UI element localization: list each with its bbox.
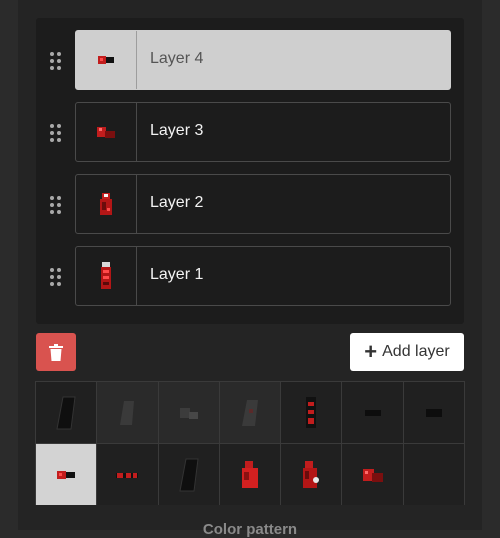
layer-name: Layer 4	[150, 50, 204, 67]
add-layer-button[interactable]: + Add layer	[350, 333, 464, 371]
pattern-cell[interactable]	[281, 382, 342, 443]
pattern-cell[interactable]	[158, 444, 219, 505]
layer-2-thumbnail-icon	[76, 175, 137, 233]
layer-4-thumbnail-icon	[76, 31, 137, 89]
trash-icon	[49, 343, 63, 361]
pattern-cell[interactable]	[342, 382, 403, 443]
layer-1-thumbnail-icon	[76, 247, 137, 305]
layer-name: Layer 3	[150, 122, 204, 139]
pattern-cell[interactable]	[158, 382, 219, 443]
pattern-grid	[35, 381, 465, 505]
layer-card-4[interactable]: Layer 4	[75, 30, 451, 90]
layer-row-2: Layer 2	[36, 174, 464, 236]
layer-name: Layer 1	[150, 266, 204, 283]
drag-handle-icon[interactable]	[50, 196, 62, 214]
delete-layer-button[interactable]	[36, 333, 76, 371]
layer-card-1[interactable]: Layer 1	[75, 246, 451, 306]
drag-handle-icon[interactable]	[50, 268, 62, 286]
layer-name: Layer 2	[150, 194, 204, 211]
pattern-cell-empty[interactable]	[403, 444, 464, 505]
plus-icon: +	[364, 339, 378, 364]
pattern-cell[interactable]	[403, 382, 464, 443]
pattern-cell[interactable]	[97, 444, 158, 505]
pattern-cell-selected[interactable]	[36, 444, 97, 505]
layer-row-1: Layer 1	[36, 246, 464, 308]
layer-row-4: Layer 4	[36, 30, 464, 92]
layer-card-3[interactable]: Layer 3	[75, 102, 451, 162]
pattern-cell[interactable]	[342, 444, 403, 505]
layer-card-2[interactable]: Layer 2	[75, 174, 451, 234]
layer-list: Layer 4 Layer 3 Layer 2 Layer 1	[36, 18, 464, 324]
pattern-cell[interactable]	[219, 382, 281, 443]
pattern-cell[interactable]	[36, 382, 97, 443]
pattern-cell[interactable]	[97, 382, 158, 443]
drag-handle-icon[interactable]	[50, 124, 62, 142]
pattern-cell[interactable]	[219, 444, 281, 505]
layer-3-thumbnail-icon	[76, 103, 137, 161]
layer-row-3: Layer 3	[36, 102, 464, 164]
pattern-cell[interactable]	[281, 444, 342, 505]
add-layer-label: Add layer	[382, 343, 450, 360]
drag-handle-icon[interactable]	[50, 52, 62, 70]
